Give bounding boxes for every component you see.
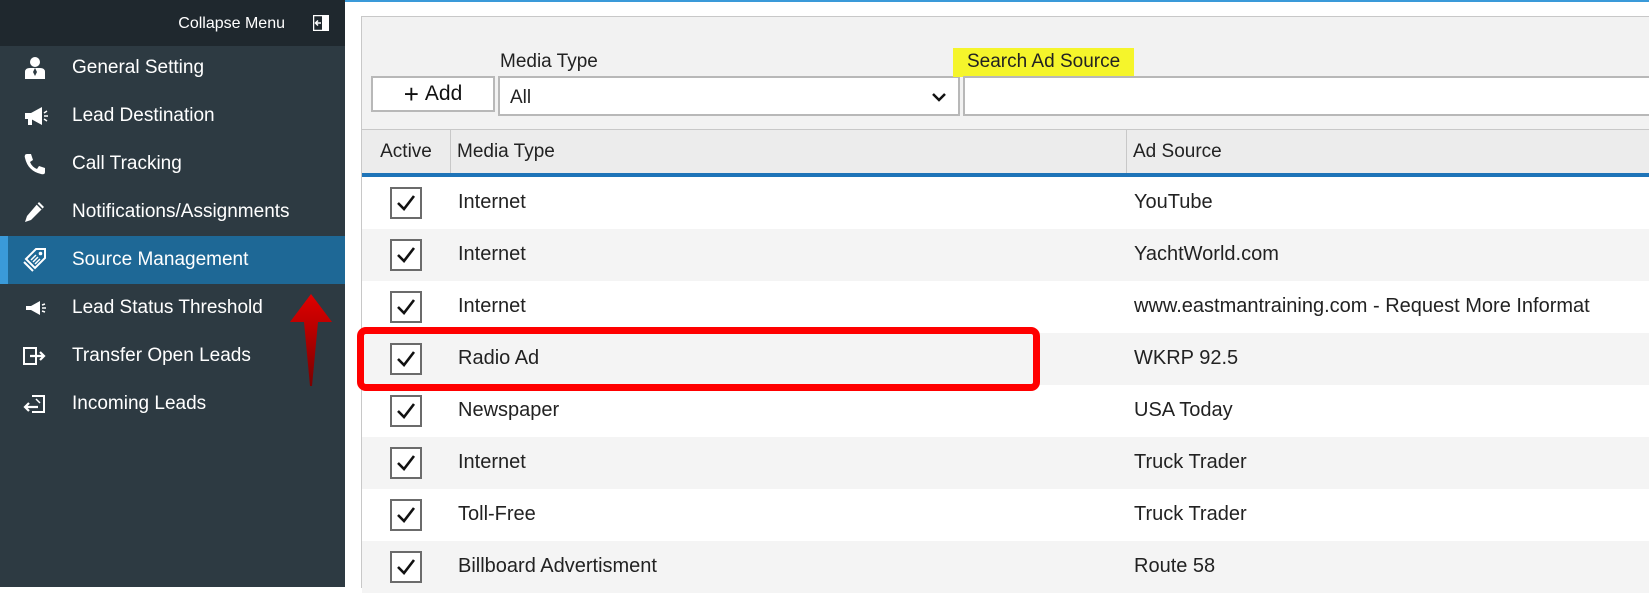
column-header-ad-source[interactable]: Ad Source (1126, 130, 1649, 174)
main-content: + Add Media Type All Search Ad Source Ac… (345, 0, 1649, 593)
table-row[interactable]: Newspaper USA Today (362, 385, 1649, 437)
table-row[interactable]: Toll-Free Truck Trader (362, 489, 1649, 541)
chevron-down-icon (932, 93, 946, 102)
sidebar-item-notifications-assignments[interactable]: Notifications/Assignments (0, 188, 345, 236)
sidebar-item-transfer-open-leads[interactable]: Transfer Open Leads (0, 332, 345, 380)
collapse-menu-bar[interactable]: Collapse Menu (0, 0, 345, 46)
column-header-active[interactable]: Active (362, 130, 450, 174)
sidebar-item-label: Transfer Open Leads (72, 345, 251, 366)
ad-source-cell: YachtWorld.com (1134, 243, 1279, 265)
media-type-cell: Internet (458, 191, 526, 213)
active-checkbox[interactable] (390, 239, 422, 271)
source-management-panel: + Add Media Type All Search Ad Source Ac… (361, 16, 1649, 593)
megaphone-small-icon (26, 301, 46, 315)
sidebar: Collapse Menu General Setting Lead Desti… (0, 0, 345, 587)
column-header-media-type[interactable]: Media Type (450, 130, 1126, 174)
pencil-icon (25, 202, 44, 222)
megaphone-icon (25, 107, 48, 125)
sidebar-item-label: Source Management (72, 249, 249, 270)
user-icon (25, 57, 45, 79)
checkmark-icon (397, 299, 416, 315)
media-type-cell: Billboard Advertisment (458, 555, 657, 577)
media-type-cell: Internet (458, 243, 526, 265)
table-row[interactable]: Internet YachtWorld.com (362, 229, 1649, 281)
media-type-select[interactable]: All (498, 76, 960, 116)
sidebar-item-label: Lead Status Threshold (72, 297, 263, 318)
search-ad-source-input[interactable] (963, 76, 1649, 116)
ad-source-cell: YouTube (1134, 191, 1213, 213)
ad-source-cell: Truck Trader (1134, 503, 1247, 525)
active-checkbox[interactable] (390, 551, 422, 583)
media-type-cell: Internet (458, 295, 526, 317)
active-checkbox[interactable] (390, 291, 422, 323)
sidebar-item-label: Incoming Leads (72, 393, 207, 414)
checkmark-icon (397, 455, 416, 471)
checkmark-icon (397, 403, 416, 419)
media-type-cell: Newspaper (458, 399, 560, 421)
ad-source-cell: WKRP 92.5 (1134, 347, 1239, 369)
plus-icon: + (403, 79, 419, 109)
active-checkbox[interactable] (390, 447, 422, 479)
table-row[interactable]: Billboard Advertisment Route 58 (362, 541, 1649, 593)
media-type-cell: Toll-Free (458, 503, 536, 525)
add-button[interactable]: + Add (371, 76, 495, 112)
sidebar-item-incoming-leads[interactable]: Incoming Leads (0, 380, 345, 428)
sidebar-item-label: Lead Destination (72, 105, 215, 126)
sidebar-item-call-tracking[interactable]: Call Tracking (0, 140, 345, 188)
media-type-cell: Internet (458, 451, 526, 473)
active-checkbox[interactable] (390, 395, 422, 427)
collapse-menu-icon[interactable] (313, 15, 329, 31)
media-type-cell: Radio Ad (458, 347, 540, 369)
checkmark-icon (397, 559, 416, 575)
search-ad-source-label: Search Ad Source (953, 48, 1135, 77)
sidebar-item-label: Call Tracking (72, 153, 182, 174)
table-row[interactable]: Internet Truck Trader (362, 437, 1649, 489)
checkmark-icon (397, 351, 416, 367)
table-row[interactable]: Internet YouTube (362, 177, 1649, 229)
phone-icon (24, 154, 45, 175)
sidebar-item-general-setting[interactable]: General Setting (0, 44, 345, 92)
ad-source-cell: www.eastmantraining.com - Request More I… (1134, 295, 1590, 317)
media-type-selected-value: All (510, 87, 532, 108)
active-checkbox[interactable] (390, 343, 422, 375)
sidebar-item-label: Notifications/Assignments (72, 201, 290, 222)
checkmark-icon (397, 247, 416, 263)
sidebar-item-lead-status-threshold[interactable]: Lead Status Threshold (0, 284, 345, 332)
active-checkbox[interactable] (390, 499, 422, 531)
grid-header: Active Media Type Ad Source (362, 129, 1649, 174)
active-checkbox[interactable] (390, 187, 422, 219)
collapse-menu-label[interactable]: Collapse Menu (178, 15, 285, 33)
ad-source-cell: USA Today (1134, 399, 1233, 421)
transfer-icon (23, 347, 46, 365)
sidebar-item-source-management[interactable]: Source Management (0, 236, 345, 284)
media-type-filter-label: Media Type (500, 51, 598, 72)
add-button-label: Add (424, 82, 463, 105)
checkmark-icon (397, 507, 416, 523)
top-accent-line (345, 0, 1649, 2)
ad-source-cell: Truck Trader (1134, 451, 1247, 473)
table-row[interactable]: Radio Ad WKRP 92.5 (362, 333, 1649, 385)
ad-source-cell: Route 58 (1134, 555, 1216, 577)
tag-icon (23, 248, 46, 272)
sidebar-item-label: General Setting (72, 57, 205, 78)
table-row[interactable]: Internet www.eastmantraining.com - Reque… (362, 281, 1649, 333)
incoming-icon (23, 395, 45, 413)
sidebar-item-lead-destination[interactable]: Lead Destination (0, 92, 345, 140)
checkmark-icon (397, 195, 416, 211)
